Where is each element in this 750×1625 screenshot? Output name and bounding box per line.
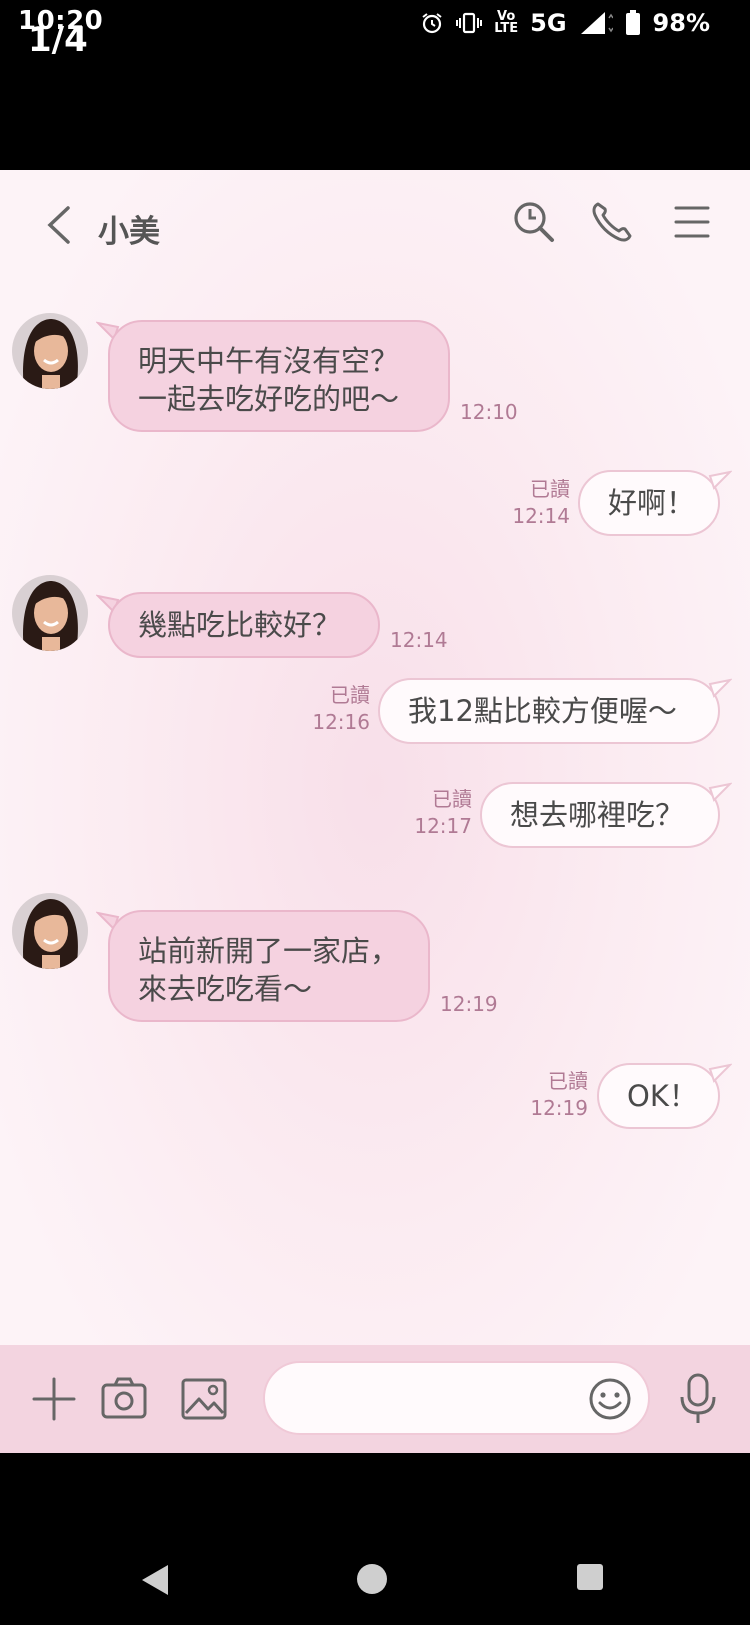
vibrate-icon <box>456 12 483 34</box>
read-receipt: 已讀 12:19 <box>518 1068 588 1122</box>
status-bar: 10:20 1/4 Vo LTE 5G 98% <box>0 0 750 170</box>
nav-home-icon[interactable] <box>356 1563 388 1595</box>
message-time: 12:19 <box>530 1096 588 1120</box>
message-bubble-incoming[interactable]: 幾點吃比較好？ <box>108 592 380 658</box>
system-nav-bar <box>0 1453 750 1625</box>
message-bubble-incoming[interactable]: 站前新開了一家店， 來去吃吃看～ <box>108 910 430 1022</box>
image-icon[interactable] <box>178 1373 230 1425</box>
contact-avatar[interactable] <box>12 313 88 389</box>
message-bubble-outgoing[interactable]: 好啊！ <box>578 470 720 536</box>
battery-level: 98% <box>652 9 710 37</box>
alarm-icon <box>422 13 442 34</box>
battery-icon <box>625 10 640 35</box>
message-time: 12:14 <box>390 628 448 652</box>
phone-icon[interactable] <box>588 198 636 246</box>
message-time: 12:19 <box>440 992 498 1016</box>
read-label: 已讀 <box>530 477 570 501</box>
read-receipt: 已讀 12:14 <box>500 476 570 530</box>
network-type: 5G <box>530 9 567 37</box>
message-text: 好啊！ <box>608 486 696 520</box>
message-time: 12:14 <box>512 504 570 528</box>
bubble-tail <box>708 782 732 802</box>
page-indicator: 1/4 <box>28 20 88 60</box>
message-text-line: 站前新開了一家店， <box>138 934 400 968</box>
status-icons: Vo LTE 5G 98% <box>420 6 710 40</box>
message-bubble-incoming[interactable]: 明天中午有沒有空？ 一起去吃好吃的吧～ <box>108 320 450 432</box>
message-time: 12:10 <box>460 400 518 424</box>
bubble-tail <box>708 678 732 698</box>
nav-back-icon[interactable] <box>140 1563 170 1597</box>
bubble-tail <box>708 1063 732 1083</box>
message-text-line: 一起去吃好吃的吧～ <box>138 382 400 416</box>
chat-header: 小美 <box>0 170 750 290</box>
emoji-icon[interactable] <box>588 1377 632 1421</box>
message-text: 幾點吃比較好？ <box>138 608 342 642</box>
message-text-line: 明天中午有沒有空？ <box>138 344 400 378</box>
search-icon[interactable] <box>510 198 558 246</box>
message-bubble-outgoing[interactable]: 想去哪裡吃？ <box>480 782 720 848</box>
bubble-tail <box>708 470 732 490</box>
read-receipt: 已讀 12:17 <box>402 786 472 840</box>
volte-line2: LTE <box>494 21 519 36</box>
input-bar <box>0 1345 750 1453</box>
read-label: 已讀 <box>548 1069 588 1093</box>
message-time: 12:16 <box>312 710 370 734</box>
signal-icon <box>580 12 613 34</box>
message-text: OK！ <box>627 1079 698 1113</box>
back-icon[interactable] <box>40 200 80 250</box>
message-text: 我12點比較方便喔～ <box>408 694 677 728</box>
chat-screen: 小美 明天中午有沒有空？ 一起去吃好吃的吧～ 12:10 已讀 12:14 好啊… <box>0 170 750 1453</box>
read-label: 已讀 <box>330 683 370 707</box>
volte-icon: Vo LTE <box>494 10 519 36</box>
contact-name[interactable]: 小美 <box>98 206 160 251</box>
camera-icon[interactable] <box>98 1373 150 1425</box>
read-label: 已讀 <box>432 787 472 811</box>
message-bubble-outgoing[interactable]: OK！ <box>597 1063 720 1129</box>
nav-recents-icon[interactable] <box>576 1563 604 1591</box>
contact-avatar[interactable] <box>12 893 88 969</box>
menu-icon[interactable] <box>668 198 716 246</box>
read-receipt: 已讀 12:16 <box>300 682 370 736</box>
message-text-line: 來去吃吃看～ <box>138 972 313 1006</box>
message-text: 想去哪裡吃？ <box>510 798 685 832</box>
message-time: 12:17 <box>414 814 472 838</box>
mic-icon[interactable] <box>672 1371 724 1427</box>
contact-avatar[interactable] <box>12 575 88 651</box>
message-bubble-outgoing[interactable]: 我12點比較方便喔～ <box>378 678 720 744</box>
plus-icon[interactable] <box>28 1373 80 1425</box>
